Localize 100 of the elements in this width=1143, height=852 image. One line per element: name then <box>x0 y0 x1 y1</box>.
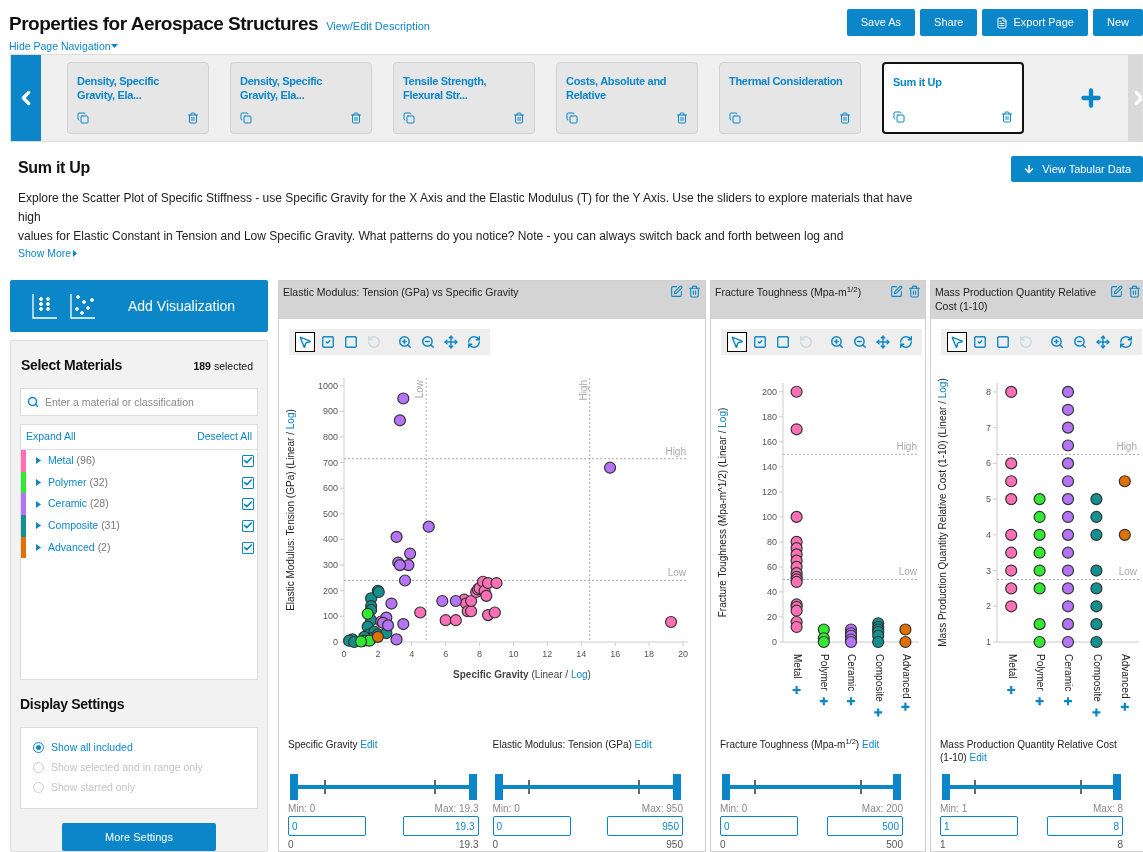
range-value: 19.3 <box>459 839 479 851</box>
min-label: Min: 0 <box>720 802 748 816</box>
tick-label: 16 <box>610 649 621 659</box>
tick-label: 60 <box>767 561 777 572</box>
threshold-label: High <box>1116 441 1137 453</box>
range-value: 950 <box>666 839 683 851</box>
threshold-label: High <box>577 380 589 401</box>
tick-label: 140 <box>761 461 777 472</box>
category-label: Polymer <box>819 654 831 691</box>
category-label: Composite <box>873 654 885 702</box>
tick-label: 8 <box>477 649 483 659</box>
tick-label: 400 <box>322 534 338 545</box>
category-label: Advanced <box>900 654 912 699</box>
page-card-title: Thermal Consideration <box>729 74 844 88</box>
page-card-title: Tensile Strength, Flexural Str... <box>403 74 488 102</box>
threshold-label: High <box>665 445 686 457</box>
category-label: Composite <box>1091 654 1103 702</box>
page-card-title: Density, Specific Gravity, Ela... <box>240 74 324 102</box>
threshold-label: High <box>896 441 917 453</box>
max-label: Max: 19.3 <box>434 802 479 816</box>
page-card-title: Sum it Up <box>893 75 943 89</box>
category-label: Metal <box>1006 654 1018 679</box>
max-label: Max: 8 <box>1093 802 1123 816</box>
tick-label: 180 <box>761 411 777 422</box>
max-label: Max: 950 <box>641 802 683 816</box>
slider-label: Elastic Modulus: Tension (GPa) Edit <box>492 738 653 752</box>
tick-label: 200 <box>322 585 338 596</box>
materials-title: Select Materials <box>21 356 123 375</box>
tick-label: 800 <box>322 431 338 442</box>
y-axis-title: Elastic Modulus: Tension (GPa) (Linear / Log) <box>285 409 296 611</box>
range-value: 500 <box>886 839 903 851</box>
y-axis-title: Mass Production Quantity Relative Cost (1-10) <box>937 440 948 647</box>
tick-label: 100 <box>322 611 338 622</box>
material-label: Advanced (2) <box>48 539 111 555</box>
tick-label: 7 <box>986 422 991 433</box>
tick-label: 80 <box>767 536 777 547</box>
material-label: Ceramic (28) <box>48 496 109 512</box>
tick-label: 12 <box>542 649 553 659</box>
tick-label: 100 <box>761 511 777 522</box>
range-value: 1 <box>940 839 946 851</box>
slider-label: Specific Gravity Edit <box>288 738 379 752</box>
max-label: Max: 200 <box>861 802 903 816</box>
tick-label: 2 <box>986 601 991 612</box>
tick-label: 4 <box>409 649 415 659</box>
slider-label: Mass Production Quantity Relative Cost (1-10) Edit <box>940 738 1118 765</box>
range-value: 8 <box>1117 839 1123 851</box>
tick-label: 4 <box>986 529 991 540</box>
tick-label: 1 <box>986 637 991 647</box>
page-card-title: Density, Specific Gravity, Ela... <box>77 74 161 102</box>
material-label: Composite (31) <box>48 518 120 534</box>
tick-label: 6 <box>986 458 991 469</box>
category-label: Ceramic <box>846 654 858 692</box>
tick-label: 1000 <box>317 380 338 391</box>
tick-label: 2 <box>375 649 381 659</box>
tick-label: 900 <box>322 406 338 417</box>
tick-label: 6 <box>443 649 449 659</box>
tick-label: 14 <box>576 649 587 659</box>
selected-count: 189 selected <box>193 359 254 374</box>
page-title: Properties for Aerospace Structures <box>9 12 319 36</box>
threshold-label: Low <box>898 566 917 578</box>
tick-label: 10 <box>508 649 519 659</box>
tick-label: 0 <box>772 637 777 647</box>
category-label: Polymer <box>1034 654 1046 691</box>
tick-label: 0 <box>333 637 338 647</box>
category-label: Metal <box>791 654 803 679</box>
display-settings-title: Display Settings <box>20 695 126 714</box>
tick-label: 20 <box>677 649 688 659</box>
threshold-label: Low <box>414 380 426 399</box>
tick-label: 0 <box>341 649 347 659</box>
y-axis-title: Fracture Toughness (Mpa-m^1/2) <box>717 469 728 618</box>
threshold-label: Low <box>667 567 686 579</box>
slider-label: Fracture Toughness (Mpa-m$^{1/2}$) Edit <box>720 738 881 752</box>
tick-label: 600 <box>322 483 338 494</box>
tick-label: 700 <box>322 457 338 468</box>
tick-label: 160 <box>761 436 777 447</box>
y-axis-title: Mass Production Quantity Relative Cost (1-10) (Linear / Log) <box>937 378 948 647</box>
material-label: Metal (96) <box>48 452 96 468</box>
page-card-title: Costs, Absolute and Relative <box>566 74 668 102</box>
range-value: 0 <box>492 839 499 851</box>
tick-label: 120 <box>761 486 777 497</box>
threshold-label: Low <box>1118 566 1137 578</box>
category-label: Ceramic <box>1063 654 1075 692</box>
panel-title: Fracture Toughness (Mpa-m$^{1/2}$) <box>715 285 862 299</box>
material-label: Polymer (32) <box>48 474 109 490</box>
tick-label: 3 <box>986 565 991 576</box>
tick-label: 40 <box>767 586 777 597</box>
tick-label: 300 <box>322 560 338 571</box>
category-label: Advanced <box>1120 654 1132 699</box>
range-value: 0 <box>720 839 726 851</box>
y-axis-title: Elastic Modulus: Tension (GPa) <box>285 471 296 611</box>
x-axis-title: Specific Gravity (Linear / Log) <box>452 668 592 682</box>
tick-label: 18 <box>644 649 655 659</box>
min-label: Min: 1 <box>940 802 968 816</box>
min-label: Min: 0 <box>492 802 520 816</box>
tick-label: 5 <box>986 494 991 505</box>
tick-label: 20 <box>767 612 777 622</box>
panel-title: Elastic Modulus: Tension (GPa) vs Specific Gravity <box>283 285 519 299</box>
tick-label: 200 <box>761 386 777 397</box>
y-axis-title: Fracture Toughness (Mpa-m^1/2) (Linear / Log) <box>717 407 728 618</box>
tick-label: 500 <box>322 508 338 519</box>
